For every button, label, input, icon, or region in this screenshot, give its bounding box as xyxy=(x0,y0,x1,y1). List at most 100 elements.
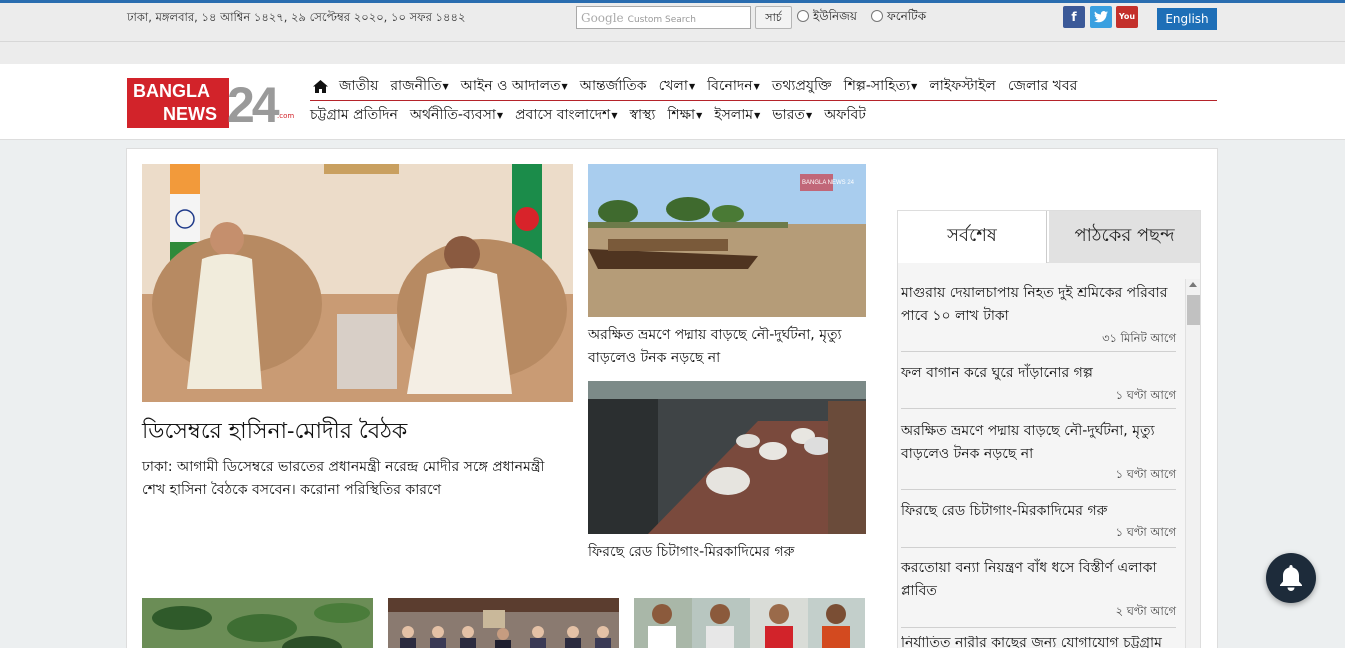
nav-item-label: খেলা xyxy=(658,78,688,94)
lead-image[interactable] xyxy=(142,164,573,402)
sidebar-news-item[interactable]: ফিরছে রেড চিটাগাং-মিরকাদিমের গরু ১ ঘণ্টা… xyxy=(901,500,1176,548)
nav-item[interactable]: আইন ও আদালত ▼ xyxy=(461,77,568,95)
nav-item[interactable]: লাইফস্টাইল xyxy=(929,77,996,95)
thumb-image-meeting[interactable] xyxy=(388,598,619,648)
scroll-up-arrow-icon[interactable] xyxy=(1189,282,1197,287)
logo-red-block: BANGLA NEWS xyxy=(127,78,229,128)
dropdown-caret-icon: ▼ xyxy=(561,81,568,91)
news-item-title[interactable]: ফল বাগান করে ঘুরে দাঁড়ানোর গল্প xyxy=(901,362,1176,385)
youtube-icon[interactable]: You xyxy=(1116,6,1138,28)
nav-item[interactable]: স্বাস্থ্য xyxy=(630,106,656,124)
sidebar-news-item[interactable]: করতোয়া বন্যা নিয়ন্ত্রণ বাঁধ ধসে বিস্তী… xyxy=(901,557,1176,628)
news-item-title[interactable]: নির্যাতিত নারীর কাছের জন্য যোগাযোগ চট্টগ… xyxy=(901,636,1176,648)
nav-item-label: আইন ও আদালত xyxy=(460,78,561,94)
nav-item-label: চট্টগ্রাম প্রতিদিন xyxy=(310,107,398,123)
nav-item[interactable]: খেলা ▼ xyxy=(659,77,696,95)
news-item-title[interactable]: মাগুরায় দেয়ালচাপায় নিহত দুই শ্রমিকের … xyxy=(901,282,1176,328)
home-icon[interactable] xyxy=(313,77,329,95)
spacer-bar xyxy=(0,41,1345,64)
nav-item[interactable]: শিক্ষা ▼ xyxy=(667,106,702,124)
nav-item[interactable]: প্রবাসে বাংলাদেশ ▼ xyxy=(515,106,617,124)
image-watermark: BANGLA NEWS 24 xyxy=(802,180,855,186)
site-logo[interactable]: BANGLA NEWS 24 .com xyxy=(127,77,295,133)
nav-item[interactable]: অফবিট xyxy=(824,106,866,124)
dropdown-caret-icon: ▼ xyxy=(611,110,618,120)
tab-latest[interactable]: সর্বশেষ xyxy=(898,211,1047,264)
nav-item[interactable]: বিনোদন ▼ xyxy=(707,77,760,95)
nav-item-label: তথ্যপ্রযুক্তি xyxy=(771,78,832,94)
english-button[interactable]: English xyxy=(1157,8,1217,30)
nav-item-label: লাইফস্টাইল xyxy=(929,78,996,94)
nav-item[interactable]: রাজনীতি ▼ xyxy=(390,77,448,95)
radio-phonetic[interactable] xyxy=(871,10,883,22)
dropdown-caret-icon: ▼ xyxy=(696,110,703,120)
sidebar-news-item[interactable]: নির্যাতিত নারীর কাছের জন্য যোগাযোগ চট্টগ… xyxy=(901,636,1176,648)
news-item-title[interactable]: ফিরছে রেড চিটাগাং-মিরকাদিমের গরু xyxy=(901,500,1176,523)
news-item-time: ৩১ মিনিট আগে xyxy=(1102,331,1176,345)
nav-item-label: জাতীয় xyxy=(339,78,379,94)
nav-item-label: আন্তর্জাতিক xyxy=(579,78,647,94)
search-button[interactable]: সার্চ xyxy=(755,6,792,29)
nav-item-label: শিল্প-সাহিত্য xyxy=(843,78,911,94)
facebook-icon[interactable]: f xyxy=(1063,6,1085,28)
news-item-time: ১ ঘণ্টা আগে xyxy=(1115,525,1176,539)
news-item-time: ১ ঘণ্টা আগে xyxy=(1115,388,1176,402)
sidebar-tabs: সর্বশেষ পাঠকের পছন্দ xyxy=(897,210,1201,264)
twitter-icon[interactable] xyxy=(1090,6,1112,28)
google-logo: Google xyxy=(581,11,624,25)
search-input[interactable]: Google Custom Search xyxy=(576,6,751,29)
nav-item[interactable]: অর্থনীতি-ব্যবসা ▼ xyxy=(410,106,503,124)
dropdown-caret-icon: ▼ xyxy=(688,81,696,91)
thumb-image-leaves[interactable] xyxy=(142,598,373,648)
story-title-cows[interactable]: ফিরছে রেড চিটাগাং-মিরকাদিমের গরু xyxy=(588,541,866,564)
nav-item-label: অফবিট xyxy=(824,107,866,123)
nav-item[interactable]: ইসলাম ▼ xyxy=(714,106,760,124)
nav-item[interactable]: জাতীয় xyxy=(339,77,378,95)
logo-line2: NEWS xyxy=(163,104,217,124)
radio-unijoy[interactable] xyxy=(797,10,809,22)
nav-item-label: স্বাস্থ্য xyxy=(629,107,656,123)
story-image-cows[interactable] xyxy=(588,381,866,534)
dropdown-caret-icon: ▼ xyxy=(442,81,449,91)
search-placeholder: Custom Search xyxy=(627,15,696,25)
nav-item[interactable]: ভারত ▼ xyxy=(772,106,812,124)
news-item-time: ২ ঘণ্টা আগে xyxy=(1115,604,1176,618)
dropdown-caret-icon: ▼ xyxy=(805,110,813,120)
nav-item[interactable]: জেলার খবর xyxy=(1008,77,1078,95)
sidebar-news-item[interactable]: মাগুরায় দেয়ালচাপায় নিহত দুই শ্রমিকের … xyxy=(901,282,1176,352)
sidebar-scrollbar[interactable] xyxy=(1185,279,1200,648)
logo-line1: BANGLA xyxy=(133,81,210,101)
nav-item-label: জেলার খবর xyxy=(1007,78,1078,94)
radio-phonetic-label[interactable]: ফনেটিক xyxy=(887,8,926,28)
radio-unijoy-label[interactable]: ইউনিজয় xyxy=(813,8,857,28)
nav-item-label: প্রবাসে বাংলাদেশ xyxy=(515,107,611,123)
story-image-river[interactable]: BANGLA NEWS 24 xyxy=(588,164,866,317)
sidebar-news-item[interactable]: ফল বাগান করে ঘুরে দাঁড়ানোর গল্প ১ ঘণ্টা… xyxy=(901,362,1176,409)
thumb-image-people[interactable] xyxy=(634,598,865,648)
nav-item[interactable]: তথ্যপ্রযুক্তি xyxy=(772,77,832,95)
dropdown-caret-icon: ▼ xyxy=(754,110,761,120)
lead-summary[interactable]: ঢাকা: আগামী ডিসেম্বরে ভারতের প্রধানমন্ত্… xyxy=(142,456,572,502)
lead-title[interactable]: ডিসেম্বরে হাসিনা-মোদীর বৈঠক xyxy=(142,414,407,451)
nav-item-label: অর্থনীতি-ব্যবসা xyxy=(409,107,496,123)
news-item-title[interactable]: করতোয়া বন্যা নিয়ন্ত্রণ বাঁধ ধসে বিস্তী… xyxy=(901,557,1176,603)
notification-bell-icon[interactable] xyxy=(1266,553,1316,603)
nav-item-label: ইসলাম xyxy=(714,107,754,123)
nav-row-2: চট্টগ্রাম প্রতিদিন অর্থনীতি-ব্যবসা ▼ প্রবাস… xyxy=(310,106,878,124)
dropdown-caret-icon: ▼ xyxy=(911,81,918,91)
nav-item-label: ভারত xyxy=(772,107,805,123)
tab-popular[interactable]: পাঠকের পছন্দ xyxy=(1049,211,1200,264)
dropdown-caret-icon: ▼ xyxy=(753,81,760,91)
story-title-river[interactable]: অরক্ষিত ভ্রমণে পদ্মায় বাড়ছে নৌ-দুর্ঘটন… xyxy=(588,324,866,370)
news-item-title[interactable]: অরক্ষিত ভ্রমণে পদ্মায় বাড়ছে নৌ-দুর্ঘটন… xyxy=(901,420,1176,466)
dropdown-caret-icon: ▼ xyxy=(496,110,504,120)
nav-item[interactable]: শিল্প-সাহিত্য ▼ xyxy=(844,77,918,95)
sidebar-news-item[interactable]: অরক্ষিত ভ্রমণে পদ্মায় বাড়ছে নৌ-দুর্ঘটন… xyxy=(901,420,1176,490)
logo-domain: .com xyxy=(277,112,295,120)
nav-item-label: শিক্ষা xyxy=(667,107,696,123)
scroll-thumb[interactable] xyxy=(1187,295,1200,325)
date-text: ঢাকা, মঙ্গলবার, ১৪ আশ্বিন ১৪২৭, ২৯ সেপ্ট… xyxy=(127,10,466,24)
nav-item[interactable]: আন্তর্জাতিক xyxy=(580,77,647,95)
nav-item[interactable]: চট্টগ্রাম প্রতিদিন xyxy=(310,106,398,124)
logo-number: 24 xyxy=(227,77,280,133)
